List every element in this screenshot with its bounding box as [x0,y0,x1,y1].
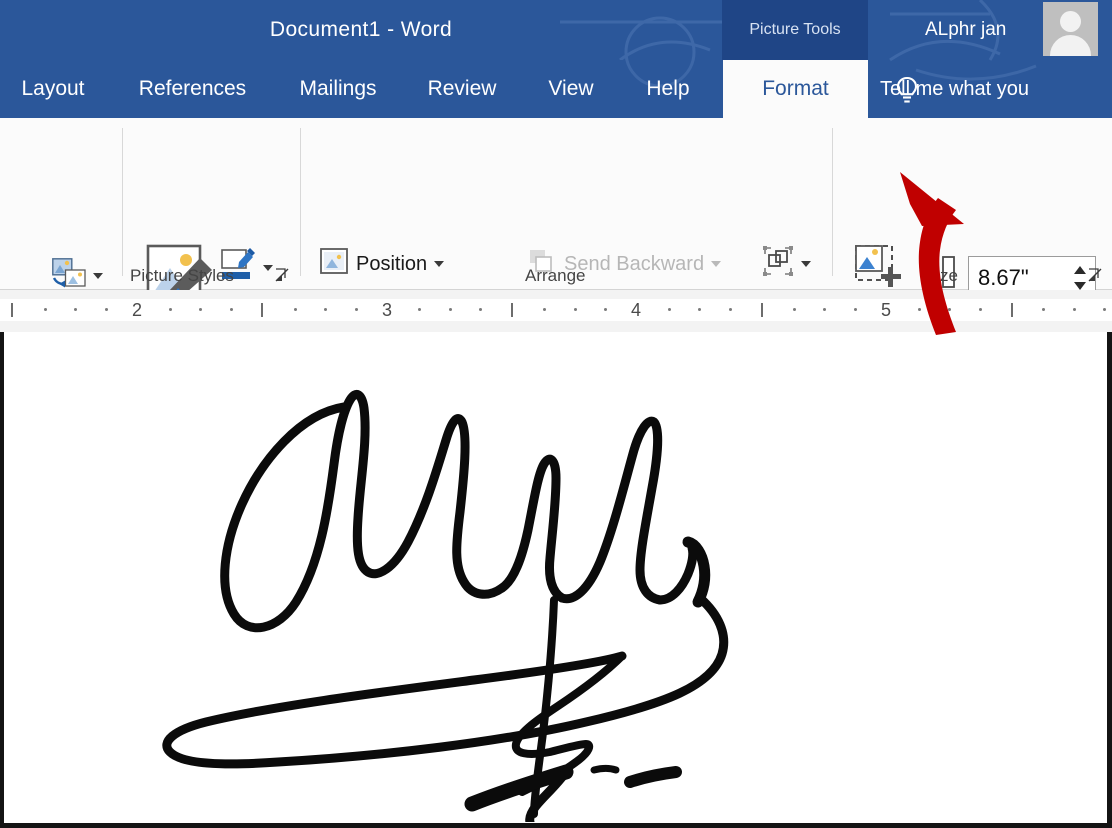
ruler-minor-tick [698,308,701,311]
ruler-minor-tick [1042,308,1045,311]
contextual-tab-group-label: Picture Tools [722,0,868,60]
ruler-minor-tick [479,308,482,311]
ruler-major-tick [1011,303,1013,317]
ruler-minor-tick [355,308,358,311]
tab-review[interactable]: Review [412,60,512,118]
ruler-minor-tick [1073,308,1076,311]
document-page[interactable] [0,332,1112,828]
position-icon [320,248,348,280]
tab-view[interactable]: View [530,60,612,118]
ribbon-tab-strip: Layout References Mailings Review View H… [0,60,1112,118]
ruler-number: 3 [381,300,393,320]
ruler-minor-tick [1103,308,1106,311]
ruler-number: 4 [630,300,642,320]
ruler-minor-tick [543,308,546,311]
group-objects-command[interactable] [762,246,811,282]
size-dialog-launcher[interactable] [1088,268,1102,282]
tell-me-label: Tell me what you [880,77,1029,100]
ruler-minor-tick [793,308,796,311]
ruler-minor-tick [169,308,172,311]
tab-layout[interactable]: Layout [8,60,98,118]
picture-styles-dialog-launcher[interactable] [275,268,289,282]
user-avatar-icon[interactable] [1043,2,1098,56]
ruler-minor-tick [418,308,421,311]
ruler-minor-tick [199,308,202,311]
position-command[interactable]: Position [320,248,445,280]
ruler-major-tick [261,303,263,317]
word-window: Document1 - Word Picture Tools ALphr jan… [0,0,1112,828]
change-picture-command[interactable] [52,258,103,294]
chevron-down-icon [711,261,722,267]
group-label-size: ze [940,266,958,285]
ruler-major-tick [761,303,763,317]
title-bar: Document1 - Word Picture Tools ALphr jan [0,0,1112,60]
ruler-minor-tick [604,308,607,311]
ruler-major-tick [511,303,513,317]
ruler-minor-tick [854,308,857,311]
ruler-minor-tick [979,308,982,311]
ruler-minor-tick [294,308,297,311]
ruler-minor-tick [918,308,921,311]
chevron-down-icon[interactable] [263,265,273,271]
ruler-minor-tick [574,308,577,311]
group-separator-2 [300,128,301,276]
group-separator-1 [122,128,123,276]
ruler-minor-tick [668,308,671,311]
ruler-minor-tick [230,308,233,311]
ruler-number: 5 [880,300,892,320]
ruler-minor-tick [449,308,452,311]
user-account-name[interactable]: ALphr jan [925,0,1006,60]
ribbon: s [0,118,1112,371]
ruler-minor-tick [324,308,327,311]
tab-mailings[interactable]: Mailings [280,60,396,118]
chevron-down-icon[interactable] [434,261,445,267]
signature-image[interactable] [82,352,772,822]
group-separator-3 [832,128,833,276]
group-label-arrange: Arrange [525,266,586,285]
tab-help[interactable]: Help [628,60,708,118]
avatar-head [1060,11,1081,32]
ruler-minor-tick [729,308,732,311]
ruler-major-tick [11,303,13,317]
tab-references[interactable]: References [120,60,265,118]
ruler-minor-tick [823,308,826,311]
tell-me-search[interactable]: Tell me what you [880,60,1029,118]
horizontal-ruler[interactable]: 2 3 4 5 [0,290,1112,332]
ruler-minor-tick [105,308,108,311]
group-label-picture-styles: Picture Styles [130,266,234,285]
group-objects-icon [762,246,794,282]
ruler-number: 2 [131,300,143,320]
ruler-minor-tick [948,308,951,311]
ruler-minor-tick [44,308,47,311]
tab-format[interactable]: Format [723,60,868,118]
avatar-body [1050,35,1091,56]
chevron-down-icon[interactable] [801,261,811,267]
position-label: Position [356,252,428,275]
ruler-band [0,299,1112,321]
ruler-minor-tick [74,308,77,311]
chevron-down-icon[interactable] [93,273,103,279]
change-picture-icon [52,258,86,294]
document-title: Document1 - Word [269,18,453,41]
